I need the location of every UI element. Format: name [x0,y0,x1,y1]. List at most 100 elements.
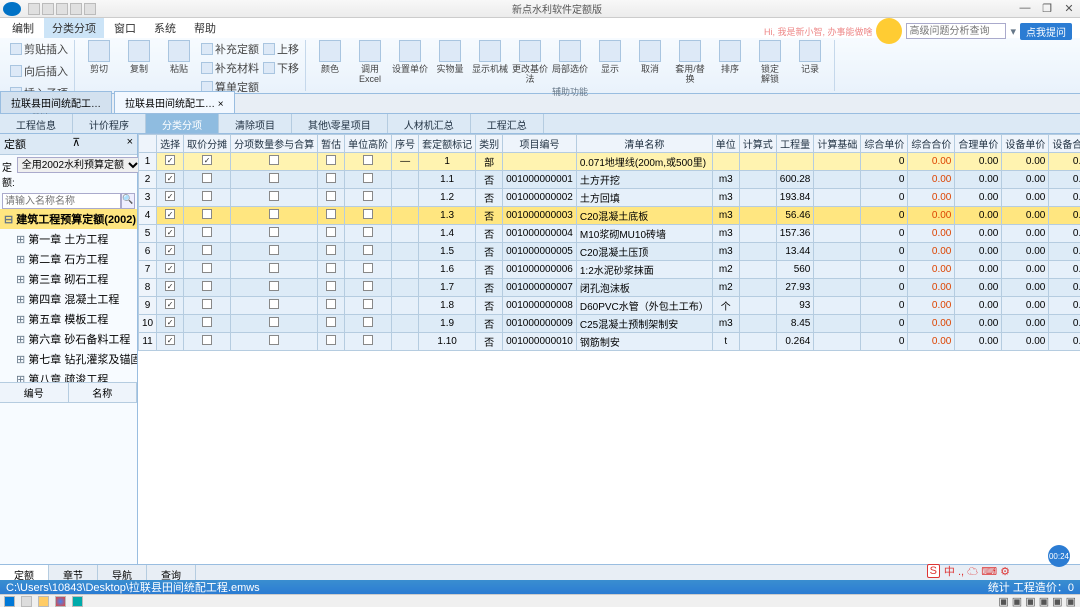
ribbon-button[interactable]: 锁定解锁 [752,40,788,84]
column-header[interactable]: 清单名称 [576,135,712,153]
system-tray[interactable]: ▣ ▣ ▣ ▣ ▣ ▣ [998,595,1076,608]
qat-icon[interactable] [28,3,40,15]
ribbon-copy[interactable]: 复制 [121,40,157,74]
restore-button[interactable]: ❐ [1036,2,1058,15]
checkbox[interactable] [363,155,373,165]
column-header[interactable]: 暂估 [318,135,345,153]
checkbox[interactable] [165,281,175,291]
sub-tab[interactable]: 工程汇总 [471,114,544,133]
ribbon-button[interactable]: 颜色 [312,40,348,74]
search-button[interactable]: 点我提问 [1020,23,1072,40]
checkbox[interactable] [326,317,336,327]
column-header[interactable]: 单位 [712,135,739,153]
ribbon-button[interactable]: 设置单价 [392,40,428,74]
checkbox[interactable] [363,299,373,309]
tree-item[interactable]: 第六章 砂石备料工程 [0,329,137,349]
menu-item[interactable]: 分类分项 [44,18,104,38]
column-header[interactable]: 综合合价 [908,135,955,153]
column-header[interactable]: 序号 [392,135,419,153]
checkbox[interactable] [363,209,373,219]
search-dropdown-icon[interactable]: ▾ [1010,25,1016,38]
ribbon-button[interactable]: 记录 [792,40,828,74]
tree-item[interactable]: 第一章 土方工程 [0,229,137,249]
table-row[interactable]: 51.4否001000000004M10浆砌MU10砖墙m3157.3600.0… [139,225,1080,243]
table-row[interactable]: 111.10否001000000010钢筋制安t0.26400.000.000.… [139,333,1080,351]
checkbox[interactable] [269,227,279,237]
table-row[interactable]: 21.1否001000000001土方开挖m3600.2800.000.000.… [139,171,1080,189]
checkbox[interactable] [269,263,279,273]
tree-item[interactable]: 第四章 混凝土工程 [0,289,137,309]
table-row[interactable]: 71.6否0010000000061:2水泥砂浆抹面m256000.000.00… [139,261,1080,279]
tree-item[interactable]: 建筑工程预算定额(2002) [0,209,137,229]
checkbox[interactable] [363,191,373,201]
ribbon-button[interactable]: 调用Excel [352,40,388,84]
search-input[interactable] [906,23,1006,39]
checkbox[interactable] [363,335,373,345]
checkbox[interactable] [202,299,212,309]
checkbox[interactable] [165,191,175,201]
checkbox[interactable] [363,227,373,237]
menu-item[interactable]: 窗口 [106,18,144,38]
sub-tab[interactable]: 清除项目 [219,114,292,133]
column-header[interactable]: 套定额标记 [419,135,476,153]
ribbon-button[interactable]: 实物量 [432,40,468,74]
checkbox[interactable] [202,317,212,327]
document-tab[interactable]: 拉联县田间统配工… [0,91,112,113]
column-header[interactable]: 计算基础 [814,135,861,153]
document-tab[interactable]: 拉联县田间统配工… × [114,91,235,113]
menu-item[interactable]: 系统 [146,18,184,38]
checkbox[interactable] [269,335,279,345]
checkbox[interactable] [269,155,279,165]
checkbox[interactable] [165,173,175,183]
ribbon-move-down[interactable]: 下移 [263,59,299,77]
column-header[interactable]: 类别 [476,135,503,153]
qat-icon[interactable] [70,3,82,15]
ribbon-button[interactable]: 更改基价法 [512,40,548,84]
checkbox[interactable] [269,173,279,183]
pin-icon[interactable]: ⊼ [72,136,80,152]
table-row[interactable]: 91.8否001000000008D60PVC水管（外包土工布）个9300.00… [139,297,1080,315]
sub-tab[interactable]: 其他\零星项目 [292,114,388,133]
checkbox[interactable] [363,173,373,183]
column-header[interactable]: 合理单价 [955,135,1002,153]
tree-item[interactable]: 第三章 砌石工程 [0,269,137,289]
checkbox[interactable] [326,335,336,345]
qat-icon[interactable] [56,3,68,15]
ribbon-button[interactable]: 局部选价 [552,40,588,74]
filter-search-icon[interactable]: 🔍 [121,193,135,209]
checkbox[interactable] [165,155,175,165]
sub-tab[interactable]: 分类分项 [146,114,219,133]
ribbon-move-up[interactable]: 上移 [263,40,299,58]
checkbox[interactable] [269,209,279,219]
ribbon-supp-mat[interactable]: 补充材料 [201,59,259,77]
column-header[interactable]: 设备单价 [1002,135,1049,153]
explorer-icon[interactable] [38,596,49,607]
checkbox[interactable] [363,263,373,273]
checkbox[interactable] [269,299,279,309]
column-header[interactable] [139,135,157,153]
column-header[interactable]: 选择 [157,135,184,153]
column-header[interactable]: 单位高阶 [345,135,392,153]
column-header[interactable]: 项目编号 [503,135,577,153]
table-row[interactable]: 61.5否001000000005C20混凝土压顶m313.4400.000.0… [139,243,1080,261]
column-header[interactable]: 工程量 [776,135,814,153]
checkbox[interactable] [165,227,175,237]
checkbox[interactable] [326,299,336,309]
tree-item[interactable]: 第二章 石方工程 [0,249,137,269]
checkbox[interactable] [269,191,279,201]
ribbon-button[interactable]: 排序 [712,40,748,74]
checkbox[interactable] [326,173,336,183]
ime-indicator[interactable]: S中 ., ☁ ⌨ ⚙ [927,563,1010,579]
table-row[interactable]: 1—1部0.071地埋线(200m,或500里)00.000.000.000.0… [139,153,1080,171]
column-header[interactable]: 计算式 [739,135,776,153]
checkbox[interactable] [202,209,212,219]
checkbox[interactable] [165,317,175,327]
table-row[interactable]: 101.9否001000000009C25混凝土预制架制安m38.4500.00… [139,315,1080,333]
checkbox[interactable] [269,281,279,291]
checkbox[interactable] [269,317,279,327]
checkbox[interactable] [326,263,336,273]
checkbox[interactable] [363,281,373,291]
checkbox[interactable] [202,155,212,165]
checkbox[interactable] [363,317,373,327]
mascot-icon[interactable] [876,18,902,44]
